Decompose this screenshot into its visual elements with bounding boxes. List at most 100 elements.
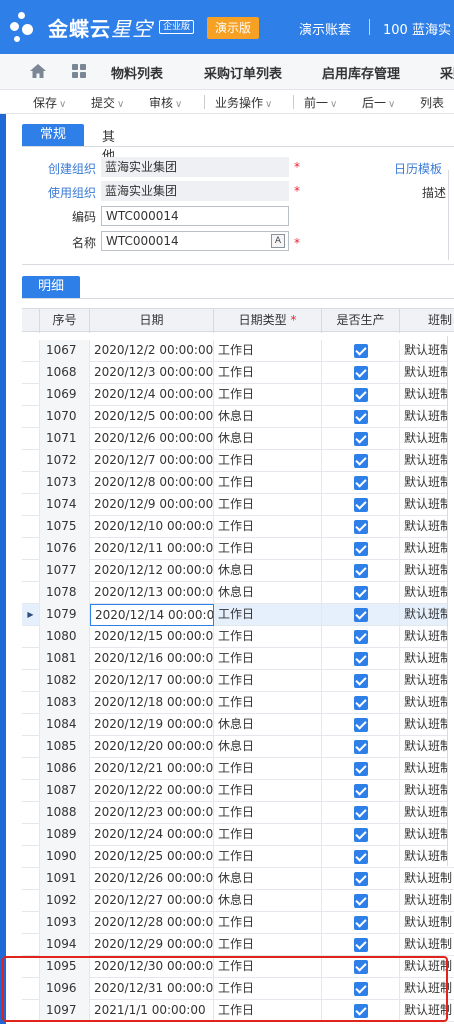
row-indicator[interactable] (22, 912, 40, 934)
row-indicator[interactable] (22, 670, 40, 692)
cell-date[interactable]: 2020/12/12 00:00:00 (90, 560, 214, 582)
cell-date[interactable]: 2020/12/8 00:00:00 (90, 472, 214, 494)
use-org-label[interactable]: 使用组织 (30, 184, 96, 201)
cell-date[interactable]: 2020/12/24 00:00:00 (90, 824, 214, 846)
checkbox-checked-icon[interactable] (353, 542, 368, 556)
table-row[interactable]: 1077 2020/12/12 00:00:00 休息日 默认班制 (22, 560, 454, 582)
checkbox-checked-icon[interactable] (353, 894, 368, 908)
cell-date[interactable]: 2020/12/29 00:00:00 (90, 934, 214, 956)
row-indicator[interactable] (22, 934, 40, 956)
column-header-date-type[interactable]: 日期类型 * (214, 309, 322, 333)
cell-date-type[interactable]: 休息日 (214, 582, 322, 604)
row-indicator[interactable] (22, 560, 40, 582)
cell-date[interactable]: 2020/12/7 00:00:00 (90, 450, 214, 472)
table-row[interactable]: 1080 2020/12/15 00:00:00 工作日 默认班制 (22, 626, 454, 648)
checkbox-checked-icon[interactable] (353, 828, 368, 842)
row-indicator[interactable] (22, 890, 40, 912)
table-row[interactable]: 1085 2020/12/20 00:00:00 休息日 默认班制 (22, 736, 454, 758)
cell-date[interactable]: 2020/12/15 00:00:00 (90, 626, 214, 648)
description-field[interactable] (448, 170, 454, 260)
cell-date[interactable]: 2020/12/21 00:00:00 (90, 758, 214, 780)
cell-shift[interactable]: 默认班制 (400, 736, 454, 758)
checkbox-checked-icon[interactable] (353, 586, 368, 600)
row-pointer-icon[interactable]: ▶ (22, 604, 40, 626)
create-org-label[interactable]: 创建组织 (30, 160, 96, 177)
row-indicator[interactable] (22, 824, 40, 846)
app-grid-icon[interactable] (72, 64, 87, 79)
table-row[interactable]: 1072 2020/12/7 00:00:00 工作日 默认班制 (22, 450, 454, 472)
cell-date-type[interactable]: 工作日 (214, 824, 322, 846)
cell-date[interactable]: 2020/12/16 00:00:00 (90, 648, 214, 670)
table-row[interactable]: 1073 2020/12/8 00:00:00 工作日 默认班制 (22, 472, 454, 494)
table-row[interactable]: 1087 2020/12/22 00:00:00 工作日 默认班制 (22, 780, 454, 802)
cell-date[interactable]: 2020/12/28 00:00:00 (90, 912, 214, 934)
cell-date-type[interactable]: 工作日 (214, 516, 322, 538)
cell-shift[interactable]: 默认班制 (400, 582, 454, 604)
name-input[interactable]: WTC000014 A (101, 231, 289, 251)
table-row[interactable]: 1070 2020/12/5 00:00:00 休息日 默认班制 (22, 406, 454, 428)
column-header-is-production[interactable]: 是否生产 (322, 309, 400, 333)
multilanguage-icon[interactable]: A (271, 234, 285, 248)
checkbox-checked-icon[interactable] (353, 564, 368, 578)
table-row[interactable]: 1068 2020/12/3 00:00:00 工作日 默认班制 (22, 362, 454, 384)
table-row[interactable]: 1094 2020/12/29 00:00:00 工作日 默认班制 (22, 934, 454, 956)
cell-date-type[interactable]: 工作日 (214, 384, 322, 406)
cell-shift[interactable]: 默认班制 (400, 692, 454, 714)
checkbox-checked-icon[interactable] (353, 938, 368, 952)
row-indicator[interactable] (22, 802, 40, 824)
cell-date-type[interactable]: 工作日 (214, 648, 322, 670)
next-button[interactable]: 后一 ∨ (362, 94, 395, 111)
cell-shift[interactable]: 默认班制 (400, 340, 454, 362)
checkbox-checked-icon[interactable] (353, 718, 368, 732)
cell-shift[interactable]: 默认班制 (400, 868, 454, 890)
cell-shift[interactable]: 默认班制 (400, 626, 454, 648)
nav-tab-material-list[interactable]: 物料列表 (111, 63, 163, 82)
cell-shift[interactable]: 默认班制 (400, 802, 454, 824)
row-indicator[interactable] (22, 692, 40, 714)
checkbox-checked-icon[interactable] (353, 806, 368, 820)
cell-date[interactable]: 2020/12/11 00:00:00 (90, 538, 214, 560)
cell-shift[interactable]: 默认班制 (400, 384, 454, 406)
cell-date[interactable]: 2020/12/23 00:00:00 (90, 802, 214, 824)
cell-shift[interactable]: 默认班制 (400, 428, 454, 450)
cell-date-type[interactable]: 休息日 (214, 868, 322, 890)
table-row[interactable]: 1084 2020/12/19 00:00:00 休息日 默认班制 (22, 714, 454, 736)
cell-date-type[interactable]: 工作日 (214, 758, 322, 780)
cell-date[interactable]: 2020/12/6 00:00:00 (90, 428, 214, 450)
cell-date[interactable]: 2020/12/17 00:00:00 (90, 670, 214, 692)
table-row[interactable]: 1086 2020/12/21 00:00:00 工作日 默认班制 (22, 758, 454, 780)
checkbox-checked-icon[interactable] (353, 498, 368, 512)
cell-date-type[interactable]: 工作日 (214, 362, 322, 384)
row-indicator[interactable] (22, 846, 40, 868)
row-indicator[interactable] (22, 736, 40, 758)
checkbox-checked-icon[interactable] (353, 366, 368, 380)
cell-date[interactable]: 2020/12/18 00:00:00 (90, 692, 214, 714)
row-indicator[interactable] (22, 340, 40, 362)
table-row[interactable]: 1092 2020/12/27 00:00:00 休息日 默认班制 (22, 890, 454, 912)
table-row[interactable]: 1090 2020/12/25 00:00:00 工作日 默认班制 (22, 846, 454, 868)
cell-date[interactable]: 2020/12/27 00:00:00 (90, 890, 214, 912)
row-indicator[interactable] (22, 582, 40, 604)
cell-date[interactable]: 2020/12/13 00:00:00 (90, 582, 214, 604)
cell-shift[interactable]: 默认班制 (400, 362, 454, 384)
checkbox-checked-icon[interactable] (353, 652, 368, 666)
column-header-date[interactable]: 日期 (90, 309, 214, 333)
row-indicator[interactable] (22, 780, 40, 802)
cell-date[interactable]: 2020/12/10 00:00:00 (90, 516, 214, 538)
cell-shift[interactable]: 默认班制 (400, 472, 454, 494)
cell-shift[interactable]: 默认班制 (400, 912, 454, 934)
row-indicator[interactable] (22, 406, 40, 428)
checkbox-checked-icon[interactable] (353, 696, 368, 710)
cell-date-type[interactable]: 休息日 (214, 428, 322, 450)
column-header-shift[interactable]: 班制 (400, 309, 454, 333)
cell-date-type[interactable]: 休息日 (214, 714, 322, 736)
submit-button[interactable]: 提交 ∨ (91, 94, 124, 111)
checkbox-checked-icon[interactable] (353, 872, 368, 886)
column-header-no[interactable]: 序号 (40, 309, 90, 333)
cell-shift[interactable]: 默认班制 (400, 890, 454, 912)
nav-tab-purchase-order-list[interactable]: 采购订单列表 (204, 63, 282, 82)
cell-shift[interactable]: 默认班制 (400, 780, 454, 802)
cell-shift[interactable]: 默认班制 (400, 516, 454, 538)
cell-shift[interactable]: 默认班制 (400, 450, 454, 472)
nav-tab-purchase[interactable]: 采购 (440, 63, 454, 82)
